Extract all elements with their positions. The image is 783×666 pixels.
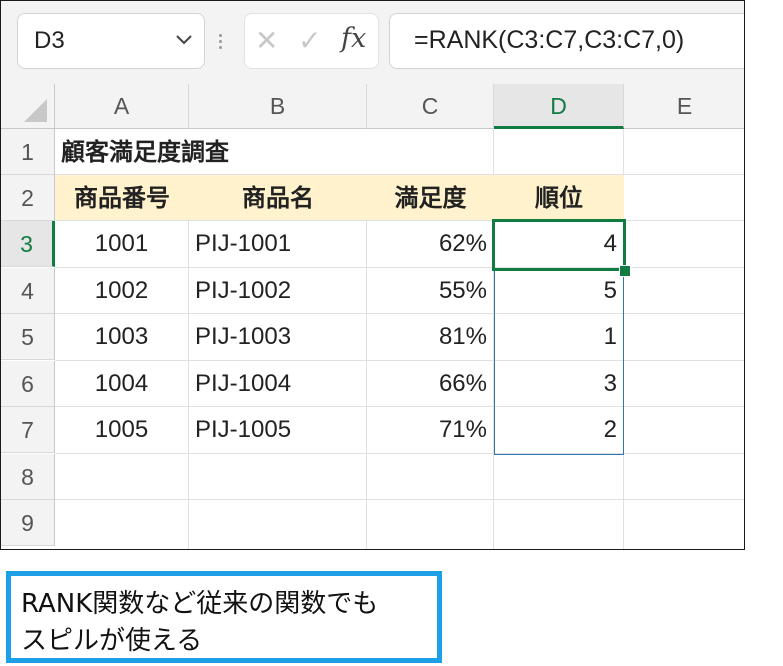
row-header-4[interactable]: 4 xyxy=(1,268,55,314)
table-row-4-rank[interactable]: 3 xyxy=(494,361,624,407)
callout-line-1: RANK関数など従来の関数でも xyxy=(21,589,379,619)
row-header-6[interactable]: 6 xyxy=(1,361,55,407)
table-row-3-name[interactable]: PIJ-1003 xyxy=(189,314,367,361)
table-row-4-satisfaction[interactable]: 66% xyxy=(367,361,494,407)
enter-icon[interactable]: ✓ xyxy=(298,24,321,57)
insert-function-icon[interactable]: fx xyxy=(341,23,366,54)
cell-b8[interactable] xyxy=(189,454,367,500)
column-header-b[interactable]: B xyxy=(189,84,367,129)
row-header-7[interactable]: 7 xyxy=(1,407,55,453)
row-header-8[interactable]: 8 xyxy=(1,454,55,500)
cell-e4[interactable] xyxy=(624,268,744,314)
column-header-c[interactable]: C xyxy=(367,84,494,129)
cell-e7[interactable] xyxy=(624,407,744,454)
fill-handle[interactable] xyxy=(619,265,631,277)
row-header-1[interactable]: 1 xyxy=(1,129,55,175)
table-row-2-satisfaction[interactable]: 55% xyxy=(367,268,494,314)
cell-e5[interactable] xyxy=(624,314,744,361)
header-satisfaction[interactable]: 満足度 xyxy=(367,175,494,221)
cell-e9[interactable] xyxy=(624,500,744,549)
cell-d1[interactable] xyxy=(494,129,624,175)
table-row-3-rank[interactable]: 1 xyxy=(494,314,624,361)
table-row-4-id[interactable]: 1004 xyxy=(55,361,189,407)
name-box[interactable]: D3 xyxy=(17,13,205,69)
cell-c1[interactable] xyxy=(367,129,494,175)
table-row-1-name[interactable]: PIJ-1001 xyxy=(189,221,367,268)
table-row-1-satisfaction[interactable]: 62% xyxy=(367,221,494,268)
formula-buttons: ✕ ✓ fx xyxy=(244,13,379,69)
cell-a1-title[interactable]: 顧客満足度調査 xyxy=(55,129,367,175)
formula-text: =RANK(C3:C7,C3:C7,0) xyxy=(414,26,685,54)
table-row-2-id[interactable]: 1002 xyxy=(55,268,189,314)
cell-a8[interactable] xyxy=(55,454,189,500)
row-header-3[interactable]: 3 xyxy=(1,221,55,267)
cell-c9[interactable] xyxy=(367,500,494,549)
table-row-1-id[interactable]: 1001 xyxy=(55,221,189,268)
cell-a9[interactable] xyxy=(55,500,189,549)
table-row-3-satisfaction[interactable]: 81% xyxy=(367,314,494,361)
table-row-3-id[interactable]: 1003 xyxy=(55,314,189,361)
column-header-d[interactable]: D xyxy=(494,84,624,129)
cell-d9[interactable] xyxy=(494,500,624,549)
table-row-2-rank[interactable]: 5 xyxy=(494,268,624,314)
table-row-4-name[interactable]: PIJ-1004 xyxy=(189,361,367,407)
callout-line-2: スピルが使える xyxy=(21,626,203,656)
cell-e6[interactable] xyxy=(624,361,744,407)
callout-note: RANK関数など従来の関数でも スピルが使える xyxy=(6,571,442,663)
cell-e8[interactable] xyxy=(624,454,744,500)
table-row-1-rank[interactable]: 4 xyxy=(494,221,624,268)
column-header-a[interactable]: A xyxy=(55,84,189,129)
name-box-value: D3 xyxy=(34,27,65,54)
excel-window: D3 ✕ ✓ fx =RANK(C3:C7,C3:C7,0) A B C D E… xyxy=(0,0,745,550)
header-rank[interactable]: 順位 xyxy=(494,175,624,221)
table-row-5-rank[interactable]: 2 xyxy=(494,407,624,454)
row-header-5[interactable]: 5 xyxy=(1,314,55,360)
header-product-id[interactable]: 商品番号 xyxy=(55,175,189,221)
cell-e1[interactable] xyxy=(624,129,744,175)
cell-e2[interactable] xyxy=(624,175,744,221)
formula-bar: D3 ✕ ✓ fx =RANK(C3:C7,C3:C7,0) xyxy=(1,1,744,84)
select-all-corner[interactable] xyxy=(1,84,55,129)
cell-e3[interactable] xyxy=(624,221,744,268)
select-all-triangle-icon xyxy=(24,99,47,122)
chevron-down-icon[interactable] xyxy=(174,33,194,47)
table-row-5-satisfaction[interactable]: 71% xyxy=(367,407,494,454)
cell-b9[interactable] xyxy=(189,500,367,549)
table-row-5-name[interactable]: PIJ-1005 xyxy=(189,407,367,454)
cell-c8[interactable] xyxy=(367,454,494,500)
table-row-2-name[interactable]: PIJ-1002 xyxy=(189,268,367,314)
more-options-icon[interactable] xyxy=(217,31,223,53)
formula-input[interactable]: =RANK(C3:C7,C3:C7,0) xyxy=(389,13,744,69)
row-header-9[interactable]: 9 xyxy=(1,500,55,546)
header-product-name[interactable]: 商品名 xyxy=(189,175,367,221)
cancel-icon[interactable]: ✕ xyxy=(255,24,278,57)
column-header-e[interactable]: E xyxy=(624,84,744,129)
row-header-2[interactable]: 2 xyxy=(1,175,55,221)
table-row-5-id[interactable]: 1005 xyxy=(55,407,189,454)
cell-d8[interactable] xyxy=(494,454,624,500)
